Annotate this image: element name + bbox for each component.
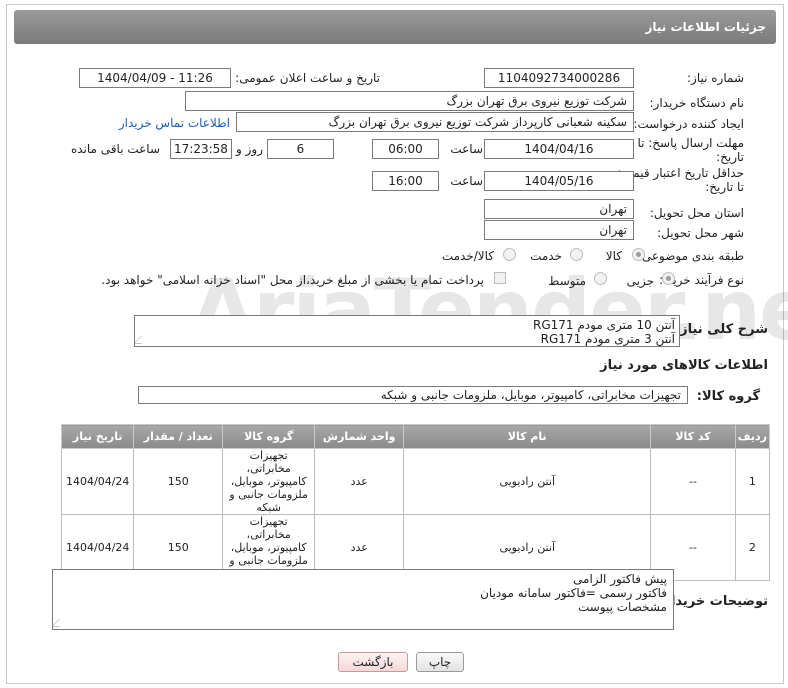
col-code: کد کالا xyxy=(650,424,736,449)
col-unit: واحد شمارش xyxy=(314,424,405,449)
description-line-1: آنتن 10 متری مودم RG171 xyxy=(533,318,675,332)
remaining-label: ساعت باقی مانده xyxy=(70,142,160,156)
category-label: طبقه بندی موضوعی: xyxy=(637,249,744,263)
col-date: تاریخ نیاز xyxy=(60,424,135,449)
city-label: شهر محل تحویل: xyxy=(657,226,744,240)
category-goods-label: کالا xyxy=(605,249,622,263)
cell-group: تجهیزات مخابراتی، کامپیوتر، موبایل، ملزو… xyxy=(222,448,316,515)
process-radio-partial[interactable] xyxy=(662,272,675,285)
reply-deadline-label-2: تاریخ: xyxy=(716,150,744,164)
category-radio-service[interactable] xyxy=(570,248,583,261)
items-table: ردیف کد کالا نام کالا واحد شمارش گروه کا… xyxy=(60,424,771,581)
category-goods-service-label: کالا/خدمت xyxy=(441,249,494,263)
process-partial-label: جزیی xyxy=(626,274,654,288)
cell-row: 2 xyxy=(734,514,771,581)
print-button[interactable]: چاپ xyxy=(416,652,464,672)
buyer-org-field: شرکت توزیع نیروی برق تهران بزرگ xyxy=(185,91,634,111)
buyer-notes-textarea: پیش فاکتور الزامی فاکتور رسمی =فاکتور سا… xyxy=(52,569,674,630)
buyer-contact-link[interactable]: اطلاعات تماس خریدار xyxy=(119,116,230,130)
cell-unit: عدد xyxy=(314,448,405,515)
province-field: تهران xyxy=(484,199,634,219)
description-textarea: آنتن 10 متری مودم RG171 آنتن 3 متری مودم… xyxy=(134,315,680,347)
reply-time-label: ساعت xyxy=(450,142,483,156)
page-title: جزئیات اطلاعات نیاز xyxy=(645,20,766,34)
table-header-row: ردیف کد کالا نام کالا واحد شمارش گروه کا… xyxy=(60,424,771,449)
validity-date-field: 1404/05/16 xyxy=(484,171,634,191)
need-number-label: شماره نیاز: xyxy=(687,71,744,85)
cell-code: -- xyxy=(650,448,736,515)
reply-time-field: 06:00 xyxy=(372,139,439,159)
validity-time-label: ساعت xyxy=(450,174,483,188)
province-label: استان محل تحویل: xyxy=(649,206,744,220)
remaining-time-field: 17:23:58 xyxy=(170,139,232,159)
cell-qty: 150 xyxy=(133,448,224,515)
reply-deadline-label: مهلت ارسال پاسخ: تا xyxy=(637,136,744,150)
price-validity-label: حداقل تاریخ اعتبار قیمت: xyxy=(617,166,744,180)
days-label: روز و xyxy=(236,142,263,156)
buyer-notes-label: توضیحات خریدار: xyxy=(658,594,768,609)
validity-time-field: 16:00 xyxy=(372,171,439,191)
price-validity-label-2: تا تاریخ: xyxy=(705,180,744,194)
city-field: تهران xyxy=(484,220,634,240)
creator-label: ایجاد کننده درخواست: xyxy=(633,117,744,131)
reply-date-field: 1404/04/16 xyxy=(484,139,634,159)
goods-group-field: تجهیزات مخابراتی، کامپیوتر، موبایل، ملزو… xyxy=(138,386,688,404)
col-qty: تعداد / مقدار xyxy=(133,424,224,449)
announce-field: 1404/04/09 - 11:26 xyxy=(79,68,231,88)
creator-field: سکینه شعبانی کارپرداز شرکت توزیع نیروی ب… xyxy=(236,112,634,132)
goods-group-label: گروه کالا: xyxy=(696,389,760,404)
treasury-payment-checkbox[interactable] xyxy=(494,272,506,284)
buyer-notes-line-3: مشخصات پیوست xyxy=(577,600,667,614)
cell-date: 1404/04/24 xyxy=(60,448,135,515)
page-header: جزئیات اطلاعات نیاز xyxy=(14,10,776,44)
payment-note: پرداخت تمام یا بخشی از مبلغ خرید،از محل … xyxy=(101,273,484,287)
buyer-notes-line-1: پیش فاکتور الزامی xyxy=(573,572,667,586)
col-group: گروه کالا xyxy=(222,424,316,449)
cell-row: 1 xyxy=(734,448,771,515)
category-radio-goods-service[interactable] xyxy=(503,248,516,261)
need-number-field: 1104092734000286 xyxy=(484,68,634,88)
days-field: 6 xyxy=(267,139,334,159)
process-medium-label: متوسط xyxy=(548,274,586,288)
back-button[interactable]: بازگشت xyxy=(338,652,408,672)
process-radio-medium[interactable] xyxy=(594,272,607,285)
buyer-notes-line-2: فاکتور رسمی =فاکتور سامانه مودیان xyxy=(480,586,667,600)
resize-grip-icon[interactable] xyxy=(53,619,67,627)
cell-name: آنتن رادیویی xyxy=(403,448,652,515)
buyer-org-label: نام دستگاه خریدار: xyxy=(649,96,745,110)
goods-info-title: اطلاعات کالاهای مورد نیاز xyxy=(600,358,768,373)
category-service-label: خدمت xyxy=(530,249,562,263)
announce-label: تاریخ و ساعت اعلان عمومی: xyxy=(235,71,380,85)
table-row[interactable]: 1 -- آنتن رادیویی عدد تجهیزات مخابراتی، … xyxy=(60,448,771,515)
category-radio-goods[interactable] xyxy=(632,248,645,261)
description-line-2: آنتن 3 متری مودم RG171 xyxy=(540,332,675,346)
col-row: ردیف xyxy=(734,424,771,449)
description-label: شرح کلی نیاز: xyxy=(674,322,768,337)
col-name: نام کالا xyxy=(403,424,652,449)
